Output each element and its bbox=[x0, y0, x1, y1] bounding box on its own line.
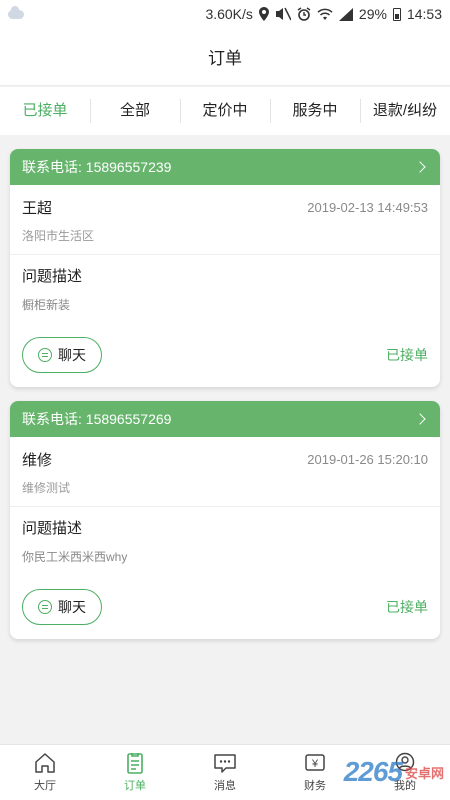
nav-item-orders[interactable]: 订单 bbox=[90, 745, 180, 800]
order-card: 联系电话: 15896557269 维修 2019-01-26 15:20:10… bbox=[10, 401, 440, 639]
chat-label: 聊天 bbox=[58, 599, 86, 615]
order-status: 已接单 bbox=[386, 599, 428, 615]
customer-name: 王超 bbox=[22, 200, 53, 217]
order-list: 联系电话: 15896557239 王超 2019-02-13 14:49:53… bbox=[0, 135, 450, 639]
watermark-text: 安卓网 bbox=[404, 765, 444, 781]
order-contact-header[interactable]: 联系电话: 15896557269 bbox=[10, 401, 440, 437]
chat-label: 聊天 bbox=[58, 347, 86, 363]
finance-icon: ¥ bbox=[305, 754, 325, 771]
cloud-icon bbox=[8, 5, 24, 19]
description-text: 你民工米西米西why bbox=[22, 550, 128, 564]
contact-phone: 联系电话: 15896557269 bbox=[22, 411, 172, 427]
nav-item-messages[interactable]: 消息 bbox=[180, 745, 270, 800]
svg-text:¥: ¥ bbox=[311, 758, 319, 770]
order-contact-header[interactable]: 联系电话: 15896557239 bbox=[10, 149, 440, 185]
order-tabs: 已接单 全部 定价中 服务中 退款/纠纷 bbox=[0, 87, 450, 135]
tab-pricing[interactable]: 定价中 bbox=[180, 87, 270, 135]
tab-in-service[interactable]: 服务中 bbox=[270, 87, 360, 135]
order-address: 维修测试 bbox=[22, 481, 71, 495]
order-address: 洛阳市生活区 bbox=[22, 229, 95, 243]
description-title: 问题描述 bbox=[22, 520, 83, 537]
status-bar: 3.60K/s 29% 14:53 bbox=[0, 0, 450, 28]
order-time: 2019-01-26 15:20:10 bbox=[307, 452, 428, 467]
home-icon bbox=[35, 753, 55, 773]
alarm-icon bbox=[297, 7, 311, 21]
chevron-right-icon bbox=[414, 161, 426, 173]
network-speed: 3.60K/s bbox=[205, 6, 253, 22]
message-icon bbox=[214, 754, 236, 773]
wifi-icon bbox=[317, 8, 333, 20]
order-card: 联系电话: 15896557239 王超 2019-02-13 14:49:53… bbox=[10, 149, 440, 387]
nav-item-hall[interactable]: 大厅 bbox=[0, 745, 90, 800]
order-status: 已接单 bbox=[386, 347, 428, 363]
watermark-logo: 2265 bbox=[343, 756, 403, 787]
battery-icon bbox=[392, 7, 401, 21]
nav-label: 大厅 bbox=[34, 780, 56, 792]
description-text: 橱柜新装 bbox=[22, 298, 71, 312]
customer-name: 维修 bbox=[22, 452, 53, 469]
battery-percent: 29% bbox=[358, 6, 387, 22]
chat-button[interactable]: 聊天 bbox=[22, 589, 102, 625]
nav-label: 消息 bbox=[214, 780, 236, 792]
tab-all[interactable]: 全部 bbox=[90, 87, 180, 135]
chat-button[interactable]: 聊天 bbox=[22, 337, 102, 373]
nav-label: 订单 bbox=[124, 780, 146, 792]
description-title: 问题描述 bbox=[22, 268, 83, 285]
chat-icon bbox=[38, 600, 52, 614]
chat-icon bbox=[38, 348, 52, 362]
location-icon bbox=[258, 7, 269, 21]
site-watermark: 2265 安卓网 bbox=[344, 756, 444, 788]
contact-phone: 联系电话: 15896557239 bbox=[22, 159, 172, 175]
tab-refund-dispute[interactable]: 退款/纠纷 bbox=[360, 87, 450, 135]
page-title: 订单 bbox=[0, 28, 450, 86]
tab-accepted[interactable]: 已接单 bbox=[0, 87, 90, 135]
order-icon bbox=[127, 753, 143, 774]
nav-label: 财务 bbox=[304, 780, 326, 792]
mute-icon bbox=[275, 7, 291, 21]
order-time: 2019-02-13 14:49:53 bbox=[307, 200, 428, 215]
signal-icon bbox=[338, 7, 353, 21]
chevron-right-icon bbox=[414, 413, 426, 425]
clock: 14:53 bbox=[406, 6, 442, 22]
